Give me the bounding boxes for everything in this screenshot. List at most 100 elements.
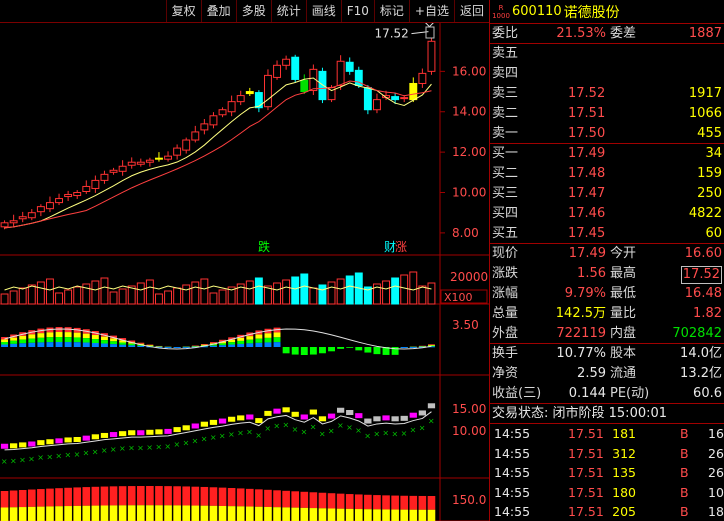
candle-body	[82, 185, 91, 192]
indicator2-bar-bottom	[209, 505, 218, 521]
indicator2-bar-top	[91, 486, 100, 506]
indicator2-bar-bottom	[354, 509, 363, 521]
indicator2-bar-top	[291, 491, 300, 508]
indicator-x-marker: ×	[110, 445, 117, 454]
macd-bar	[28, 334, 36, 339]
macd-bar	[119, 342, 127, 345]
tick-price: 17.51	[568, 465, 604, 480]
macd-bar	[228, 342, 236, 345]
candle-body	[127, 161, 136, 166]
indicator-x-marker: ×	[310, 423, 317, 432]
macd-bar	[10, 340, 18, 344]
indicator-block	[46, 439, 54, 445]
kline-chart[interactable]: 16.0014.0012.0010.008.0017.52跌 财涨20000X10…	[0, 23, 489, 521]
price-tick-label: 16.00	[452, 64, 486, 78]
stat-label: 总量	[492, 306, 519, 321]
kline-chart-area[interactable]: 16.00 14.00 12.00 10.00 8.00 17.52 跌财涨 20000 X10…	[0, 23, 489, 521]
indicator-x-marker: ×	[137, 443, 144, 452]
volume-bar	[200, 278, 209, 305]
indicator2-bar-top	[227, 488, 236, 507]
stat-value: 142.5万	[555, 306, 606, 321]
indicator2-bar-top	[354, 494, 363, 510]
indicator-x-marker: ×	[46, 452, 53, 461]
toolbar-button-3[interactable]: 统计	[270, 0, 306, 22]
indicator2-bar-top	[309, 492, 318, 509]
book-price: 17.47	[568, 186, 606, 201]
candle-body	[145, 159, 154, 163]
indicator2-bar-top	[336, 493, 345, 509]
indicator2-bar-top	[46, 488, 54, 507]
indicator-block	[137, 430, 145, 436]
volume-bar	[300, 273, 309, 305]
indicator2-bar-bottom	[327, 508, 336, 521]
volume-unit-label: X100	[444, 291, 473, 304]
macd-bar	[19, 335, 27, 340]
volume-bar	[27, 284, 36, 305]
indicator-x-marker: ×	[10, 456, 17, 465]
indicator-block	[282, 407, 290, 413]
volume-bar	[18, 287, 27, 305]
book-level-label: 卖五	[492, 46, 519, 61]
volume-bar	[145, 279, 154, 305]
indicator-block	[164, 428, 172, 434]
toolbar-button-0[interactable]: 复权	[165, 0, 201, 22]
volume-bar	[245, 280, 254, 305]
indicator-block	[55, 438, 63, 444]
book-level-label: 买二	[492, 166, 519, 181]
indicator2-bar-top	[236, 488, 245, 507]
book-level-label: 买四	[492, 206, 519, 221]
candle-body	[218, 109, 227, 116]
toolbar-button-8[interactable]: 返回	[453, 0, 489, 22]
indicator2-bar-top	[209, 487, 218, 506]
indicator2-bar-bottom	[336, 508, 345, 521]
macd-bar	[128, 345, 136, 347]
candle-body	[264, 74, 272, 108]
candle-body	[282, 58, 291, 66]
tick-time: 14:55	[494, 484, 531, 500]
indicator-x-marker: ×	[192, 437, 199, 446]
indicator2-bar-bottom	[373, 509, 381, 521]
indicator2-bar-top	[73, 487, 82, 506]
stat-value: 722119	[556, 326, 606, 341]
volume-bar	[291, 276, 300, 305]
candle-body	[273, 64, 281, 78]
macd-bar	[137, 345, 145, 347]
toolbar-button-1[interactable]: 叠加	[200, 0, 236, 22]
weibi-value: 21.53%	[556, 26, 606, 41]
stat-value: 16.60	[684, 246, 722, 261]
macd-bar	[291, 347, 299, 355]
volume-bar	[254, 277, 263, 305]
fund-label: 净资	[492, 366, 519, 381]
book-level-label: 卖一	[492, 126, 519, 141]
fund-value: 13.2亿	[680, 366, 722, 381]
indicator-block	[336, 407, 345, 413]
indicator-x-marker: ×	[237, 428, 244, 437]
toolbar-button-4[interactable]: 画线	[305, 0, 341, 22]
macd-bar	[1, 344, 8, 347]
indicator-x-marker: ×	[319, 429, 326, 438]
indicator-block	[100, 432, 109, 438]
volume-bar	[273, 282, 281, 305]
stat-value: 17.52	[680, 266, 722, 284]
fund-value: 0.144	[568, 386, 606, 401]
toolbar-button-7[interactable]: +自选	[408, 0, 454, 22]
indicator-x-marker: ×	[74, 450, 81, 459]
macd-bar	[110, 338, 117, 342]
macd-bar	[101, 336, 108, 341]
indicator-block	[118, 431, 127, 437]
candle-body	[345, 61, 354, 72]
fund-label: 换手	[492, 346, 519, 361]
indicator-block	[382, 415, 390, 421]
volume-bar	[336, 278, 345, 305]
macd-bar	[19, 343, 27, 347]
macd-bar	[55, 332, 63, 338]
toolbar-button-6[interactable]: 标记	[373, 0, 409, 22]
indicator-block	[109, 432, 118, 438]
tick-side: B	[680, 484, 689, 500]
stat-row: 涨跌 1.56 最高 17.52	[490, 264, 724, 284]
volume-bar	[91, 280, 100, 305]
toolbar-button-2[interactable]: 多股	[235, 0, 271, 22]
book-volume: 159	[697, 166, 722, 181]
tick-list[interactable]: 14:55 17.51 181 B 16 14:55 17.51 312 B 26 14:55 17.…	[490, 424, 724, 521]
toolbar-button-5[interactable]: F10	[340, 0, 374, 22]
